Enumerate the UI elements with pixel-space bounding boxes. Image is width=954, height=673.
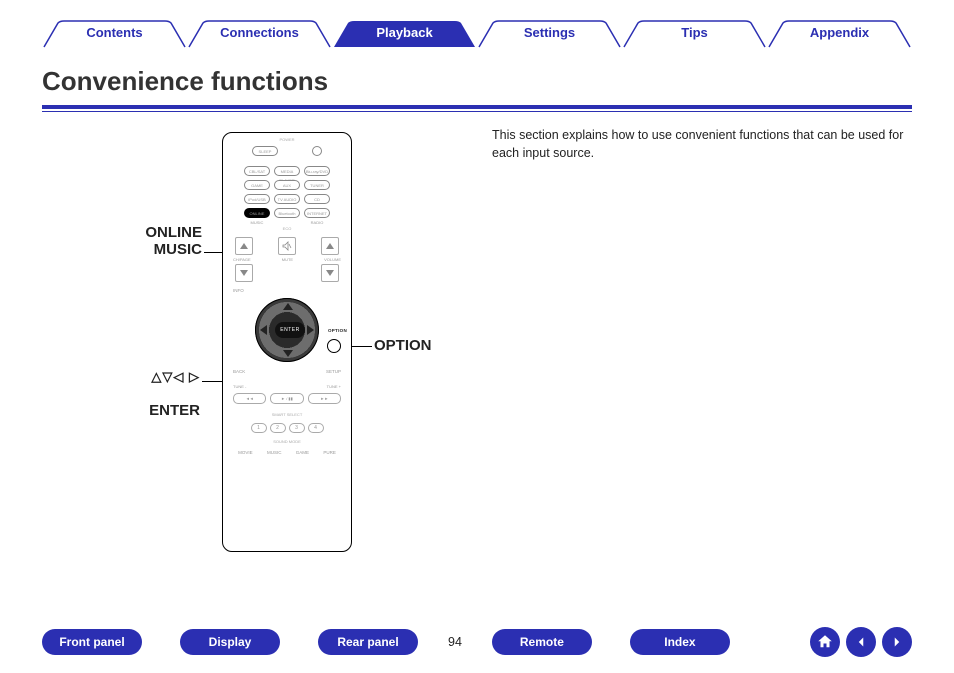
btn-smart-3: 3: [289, 423, 305, 433]
btn-ch-down: [235, 264, 253, 282]
label-setup: SETUP: [326, 369, 341, 374]
label-info: INFO: [233, 288, 244, 293]
label-sound-mode: SOUND MODE: [223, 439, 351, 444]
tab-settings[interactable]: Settings: [477, 20, 622, 48]
src-btn: Bluetooth: [274, 208, 300, 218]
bottom-nav: Front panel Display Rear panel 94 Remote…: [0, 627, 954, 657]
page-number: 94: [448, 635, 462, 649]
src-btn: CD: [304, 194, 330, 204]
callout-option: OPTION: [374, 337, 432, 354]
tab-label: Appendix: [810, 25, 869, 40]
btn-next: ►►: [308, 393, 341, 404]
btn-online-music: ONLINE MUSIC: [244, 208, 270, 218]
tab-label: Contents: [86, 25, 142, 40]
tab-label: Connections: [220, 25, 299, 40]
mode-game: GAME: [296, 450, 309, 455]
nav-rear-panel[interactable]: Rear panel: [318, 629, 418, 655]
label-smart-select: SMART SELECT: [223, 412, 351, 417]
tab-playback[interactable]: Playback: [332, 20, 477, 48]
top-tabs: Contents Connections Playback Settings T…: [0, 0, 954, 48]
label-tune-plus: TUNE +: [327, 384, 341, 389]
label-mute: MUTE: [282, 257, 293, 262]
tab-label: Tips: [681, 25, 708, 40]
nav-display[interactable]: Display: [180, 629, 280, 655]
btn-sleep: SLEEP: [252, 146, 278, 156]
btn-prev: ◄◄: [233, 393, 266, 404]
tab-label: Settings: [524, 25, 575, 40]
home-icon[interactable]: [810, 627, 840, 657]
tab-contents[interactable]: Contents: [42, 20, 187, 48]
dpad-down-icon: [283, 350, 293, 357]
btn-power: [312, 146, 322, 156]
src-btn: GAME: [244, 180, 270, 190]
dpad-right-icon: [307, 325, 314, 335]
label-tune-minus: TUNE -: [233, 384, 246, 389]
tab-connections[interactable]: Connections: [187, 20, 332, 48]
remote-diagram: ONLINE MUSIC △▽◁ ▷ ENTER OPTION POWER SL…: [42, 122, 472, 572]
dpad: ENTER: [252, 295, 322, 365]
label-volume: VOLUME: [324, 257, 341, 262]
mode-pure: PURE: [323, 450, 336, 455]
nav-front-panel[interactable]: Front panel: [42, 629, 142, 655]
label-power: POWER: [223, 137, 351, 142]
tab-label: Playback: [376, 25, 432, 40]
callout-enter-group: △▽◁ ▷ ENTER: [100, 352, 200, 436]
btn-vol-up: [321, 237, 339, 255]
next-icon[interactable]: [882, 627, 912, 657]
src-btn: AUX: [274, 180, 300, 190]
label-chpage: CH/PAGE: [233, 257, 251, 262]
nav-remote[interactable]: Remote: [492, 629, 592, 655]
src-btn: CBL/SAT: [244, 166, 270, 176]
btn-option: [327, 339, 341, 353]
heading-rules: [42, 105, 912, 112]
src-btn: MEDIA PLAYER: [274, 166, 300, 176]
tab-appendix[interactable]: Appendix: [767, 20, 912, 48]
btn-smart-4: 4: [308, 423, 324, 433]
label-eco: ECO: [223, 226, 351, 231]
btn-play-pause: ► / ▮▮: [270, 393, 303, 404]
label-back: BACK: [233, 369, 245, 374]
btn-mute: [278, 237, 296, 255]
label-option: OPTION: [328, 328, 347, 333]
dpad-left-icon: [260, 325, 267, 335]
btn-enter: ENTER: [275, 322, 305, 338]
btn-smart-2: 2: [270, 423, 286, 433]
src-btn: TUNER: [304, 180, 330, 190]
remote-outline: POWER SLEEP CBL/SAT MEDIA PLAYER Blu-ray/D…: [222, 132, 352, 552]
callout-online-music: ONLINE MUSIC: [82, 224, 202, 258]
body-text: This section explains how to use conveni…: [492, 122, 912, 572]
src-btn: iPod/USB: [244, 194, 270, 204]
callout-enter: ENTER: [100, 402, 200, 419]
btn-vol-down: [321, 264, 339, 282]
btn-ch-up: [235, 237, 253, 255]
callout-arrows: △▽◁ ▷: [100, 369, 200, 385]
src-btn: TV AUDIO: [274, 194, 300, 204]
nav-index[interactable]: Index: [630, 629, 730, 655]
tab-tips[interactable]: Tips: [622, 20, 767, 48]
dpad-up-icon: [283, 303, 293, 310]
src-btn: INTERNET RADIO: [304, 208, 330, 218]
page-heading: Convenience functions: [42, 66, 912, 112]
mode-movie: MOVIE: [238, 450, 253, 455]
prev-icon[interactable]: [846, 627, 876, 657]
mode-music: MUSIC: [267, 450, 282, 455]
src-btn: Blu-ray/DVD: [304, 166, 330, 176]
page-title: Convenience functions: [42, 66, 912, 101]
btn-smart-1: 1: [251, 423, 267, 433]
main-area: ONLINE MUSIC △▽◁ ▷ ENTER OPTION POWER SL…: [42, 122, 912, 572]
